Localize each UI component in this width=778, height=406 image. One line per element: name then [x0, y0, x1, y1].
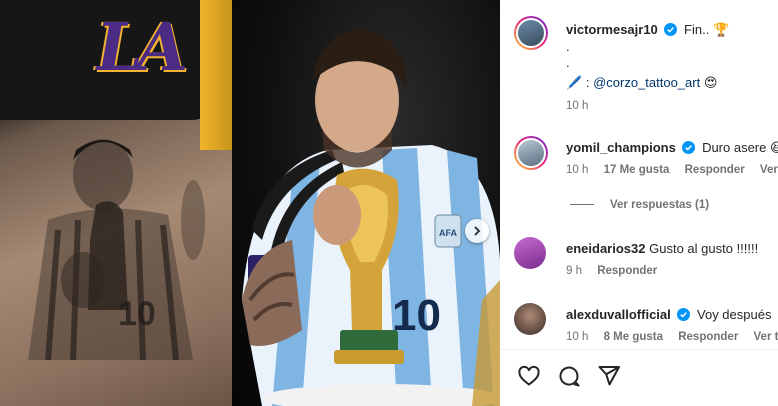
- trophy-photo: QATAR AFA 10: [232, 0, 500, 406]
- tattoo-photo: LA 10: [0, 0, 232, 406]
- comment-text: Duro asere: [702, 140, 767, 155]
- jersey: LA: [0, 0, 232, 120]
- share-button[interactable]: [596, 363, 622, 389]
- svg-text:10: 10: [392, 291, 441, 340]
- post-sidebar: victormesajr10 Fin.. 🏆 . . 🖊️ : @corzo_t…: [500, 0, 778, 406]
- heart-icon: [518, 365, 540, 386]
- divider: [500, 349, 778, 350]
- translate-button[interactable]: Ver tra: [760, 164, 778, 176]
- jersey-logo: LA: [89, 8, 189, 86]
- caption-time[interactable]: 10 h: [566, 100, 588, 112]
- comment-button[interactable]: [556, 363, 582, 389]
- mention-link[interactable]: @corzo_tattoo_art: [593, 75, 700, 90]
- laugh-emoji: 😆: [770, 140, 778, 155]
- caption-text: Fin..: [684, 22, 710, 37]
- translate-button[interactable]: Ver tr: [754, 331, 778, 343]
- author-username[interactable]: victormesajr10: [566, 22, 658, 37]
- pen-emoji: 🖊️: [566, 75, 583, 90]
- verified-icon: [682, 141, 696, 154]
- view-replies-button[interactable]: Ver respuestas (1): [570, 199, 709, 211]
- comment-line: yomil_champions Duro asere 😆: [566, 139, 778, 157]
- reply-button[interactable]: Responder: [597, 265, 657, 277]
- svg-text:AFA: AFA: [439, 228, 458, 238]
- comment-username[interactable]: yomil_champions: [566, 140, 676, 155]
- caption-separator: :: [585, 75, 590, 90]
- caption-credit: 🖊️ : @corzo_tattoo_art 😍: [566, 74, 717, 92]
- comment-username[interactable]: eneidarios32: [566, 241, 646, 256]
- verified-icon: [664, 23, 678, 36]
- comment-time[interactable]: 10 h: [566, 164, 588, 176]
- commenter-avatar[interactable]: [514, 136, 548, 170]
- action-bar: [516, 363, 622, 389]
- post-media[interactable]: LA 10 QAT: [0, 0, 500, 406]
- commenter-avatar[interactable]: [514, 303, 546, 335]
- share-icon: [598, 366, 620, 386]
- comment-text: Gusto al gusto !!!!!!: [649, 241, 759, 256]
- tattoo-drawing: 10: [28, 139, 205, 361]
- comment-meta: 10 h 8 Me gusta Responder Ver tr: [566, 331, 778, 343]
- comment-icon: [559, 366, 580, 387]
- comment-username[interactable]: alexduvallofficial: [566, 307, 671, 322]
- svg-text:10: 10: [118, 295, 156, 333]
- comment-line: eneidarios32 Gusto al gusto !!!!!!: [566, 240, 758, 258]
- author-avatar[interactable]: [514, 16, 548, 50]
- caption-line: victormesajr10 Fin.. 🏆: [566, 21, 729, 39]
- comment-time[interactable]: 9 h: [566, 265, 582, 277]
- commenter-avatar[interactable]: [514, 237, 546, 269]
- reply-button[interactable]: Responder: [678, 331, 738, 343]
- verified-icon: [677, 308, 691, 321]
- reply-button[interactable]: Responder: [685, 164, 745, 176]
- comment-text: Voy después: [697, 307, 772, 322]
- comment-likes[interactable]: 8 Me gusta: [604, 331, 663, 343]
- comment-line: alexduvallofficial Voy después: [566, 306, 771, 324]
- carousel-next-button[interactable]: [465, 219, 489, 243]
- player-kissing-trophy: QATAR AFA 10: [242, 30, 500, 406]
- heart-eyes-emoji: 😍: [703, 75, 718, 90]
- comment-likes[interactable]: 17 Me gusta: [604, 164, 670, 176]
- caption-meta: 10 h: [566, 100, 600, 112]
- comment-time[interactable]: 10 h: [566, 331, 588, 343]
- chevron-right-icon: [474, 226, 481, 236]
- comment-meta: 9 h Responder: [566, 265, 669, 277]
- caption-dot: .: [566, 55, 570, 70]
- trophy-emoji: 🏆: [712, 22, 730, 37]
- like-button[interactable]: [516, 363, 542, 389]
- comment-meta: 10 h 17 Me gusta Responder Ver tra: [566, 164, 778, 176]
